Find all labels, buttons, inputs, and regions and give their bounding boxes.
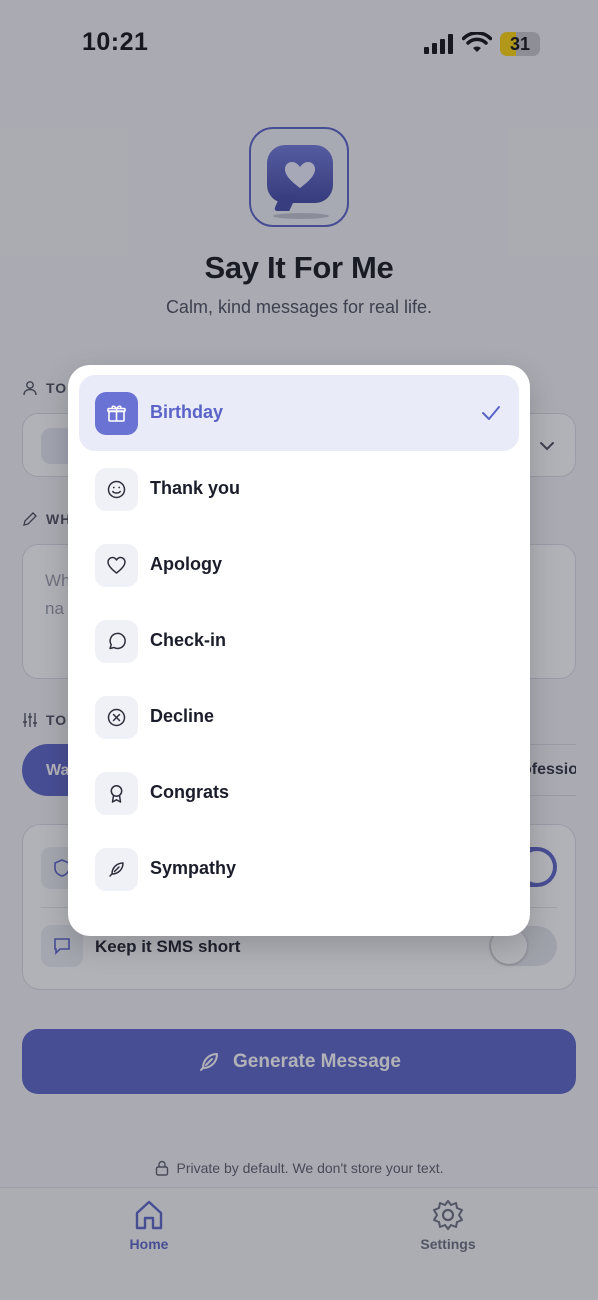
occasion-option-apology[interactable]: Apology	[79, 527, 519, 603]
feather-icon	[95, 848, 138, 891]
x-circle-icon	[95, 696, 138, 739]
occasion-option-congrats[interactable]: Congrats	[79, 755, 519, 831]
award-icon	[95, 772, 138, 815]
heart-icon	[95, 544, 138, 587]
occasion-option-label: Apology	[150, 554, 222, 574]
occasion-option-check-in[interactable]: Check-in	[79, 603, 519, 679]
occasion-option-sympathy[interactable]: Sympathy	[79, 831, 519, 907]
occasion-option-label: Check-in	[150, 630, 227, 650]
message-circle-icon	[95, 620, 138, 663]
occasion-option-thank-you[interactable]: Thank you	[79, 451, 519, 527]
occasion-option-birthday[interactable]: Birthday	[79, 375, 519, 451]
gift-icon	[95, 392, 138, 435]
occasion-option-label: Sympathy	[150, 858, 237, 878]
occasion-option-label: Decline	[150, 706, 215, 726]
occasion-option-next[interactable]	[79, 921, 519, 936]
occasion-option-label: Birthday	[150, 402, 224, 422]
smile-icon	[95, 468, 138, 511]
occasion-option-label: Congrats	[150, 782, 230, 802]
occasion-option-label: Thank you	[150, 478, 241, 498]
checkmark-icon	[482, 406, 500, 420]
occasion-option-decline[interactable]: Decline	[79, 679, 519, 755]
occasion-picker: Birthday Thank you Apology Check-in Decl…	[68, 365, 530, 936]
